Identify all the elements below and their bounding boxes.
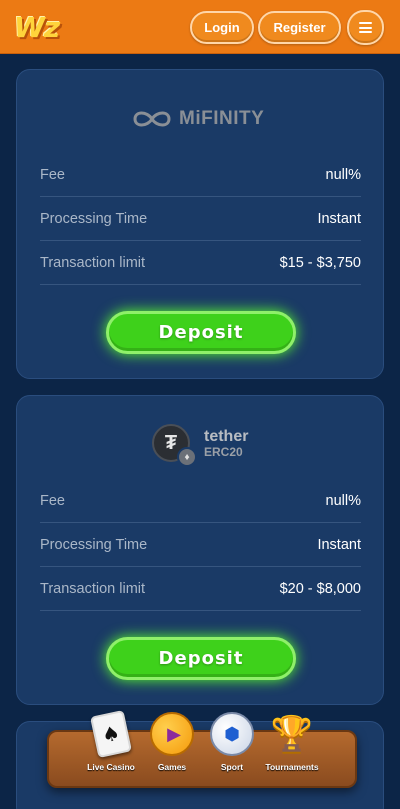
- fee-row: Fee null%: [40, 479, 361, 523]
- bottom-nav: ♠ Live Casino ▶ Games ⬢ Sport 🏆 Tourname…: [47, 709, 357, 788]
- tether-name: tether: [204, 427, 249, 445]
- soccer-ball-icon: ⬢: [210, 712, 254, 756]
- transaction-limit-value: $20 - $8,000: [279, 580, 361, 597]
- mifinity-name: MiFINITY: [179, 108, 265, 129]
- tether-network: ERC20: [204, 444, 243, 459]
- processing-time-label: Processing Time: [40, 210, 148, 227]
- payment-card-mifinity: MiFINITY Fee null% Processing Time Insta…: [16, 69, 384, 379]
- nav-games[interactable]: ▶ Games: [139, 712, 205, 788]
- processing-time-label: Processing Time: [40, 536, 148, 553]
- nav-live-casino[interactable]: ♠ Live Casino: [78, 709, 144, 788]
- fee-value: null%: [325, 492, 361, 509]
- transaction-limit-label: Transaction limit: [40, 254, 146, 271]
- fee-value: null%: [325, 166, 361, 183]
- processing-time-row: Processing Time Instant: [40, 197, 361, 241]
- trophy-icon: 🏆: [270, 714, 314, 754]
- deposit-button[interactable]: Deposit: [106, 311, 296, 354]
- top-header: Wz Login Register: [0, 0, 400, 54]
- transaction-limit-row: Transaction limit $15 - $3,750: [40, 241, 361, 285]
- login-button[interactable]: Login: [190, 11, 254, 44]
- hamburger-icon: [359, 22, 372, 33]
- nav-label: Live Casino: [87, 762, 135, 772]
- menu-button[interactable]: [347, 10, 384, 45]
- nav-label: Tournaments: [265, 762, 319, 772]
- nav-label: Sport: [220, 762, 244, 772]
- processing-time-row: Processing Time Instant: [40, 523, 361, 567]
- tether-glyph: ₮: [164, 431, 178, 454]
- processing-time-value: Instant: [317, 536, 361, 553]
- nav-tournaments[interactable]: 🏆 Tournaments: [259, 712, 325, 788]
- infinity-logo-icon: [133, 111, 171, 127]
- processing-time-value: Instant: [317, 210, 361, 227]
- ethereum-icon: ♦: [177, 447, 197, 467]
- playing-card-icon: ♠: [90, 709, 132, 759]
- payment-card-tether: ₮ ♦ tether ERC20 Fee null% Processing Ti…: [16, 395, 384, 705]
- transaction-limit-value: $15 - $3,750: [279, 254, 361, 271]
- fee-label: Fee: [40, 166, 65, 183]
- tether-coin-icon: ₮ ♦: [152, 424, 197, 467]
- mifinity-brand: MiFINITY: [129, 108, 264, 130]
- tether-brand: ₮ ♦ tether ERC20: [152, 423, 249, 467]
- play-icon: ▶: [150, 712, 194, 756]
- site-logo[interactable]: Wz: [14, 11, 60, 44]
- fee-row: Fee null%: [40, 153, 361, 197]
- transaction-limit-label: Transaction limit: [40, 580, 146, 597]
- deposit-button[interactable]: Deposit: [106, 637, 296, 680]
- fee-label: Fee: [40, 492, 65, 509]
- nav-sport[interactable]: ⬢ Sport: [199, 712, 265, 788]
- register-button[interactable]: Register: [258, 11, 341, 44]
- nav-label: Games: [157, 762, 187, 772]
- transaction-limit-row: Transaction limit $20 - $8,000: [40, 567, 361, 611]
